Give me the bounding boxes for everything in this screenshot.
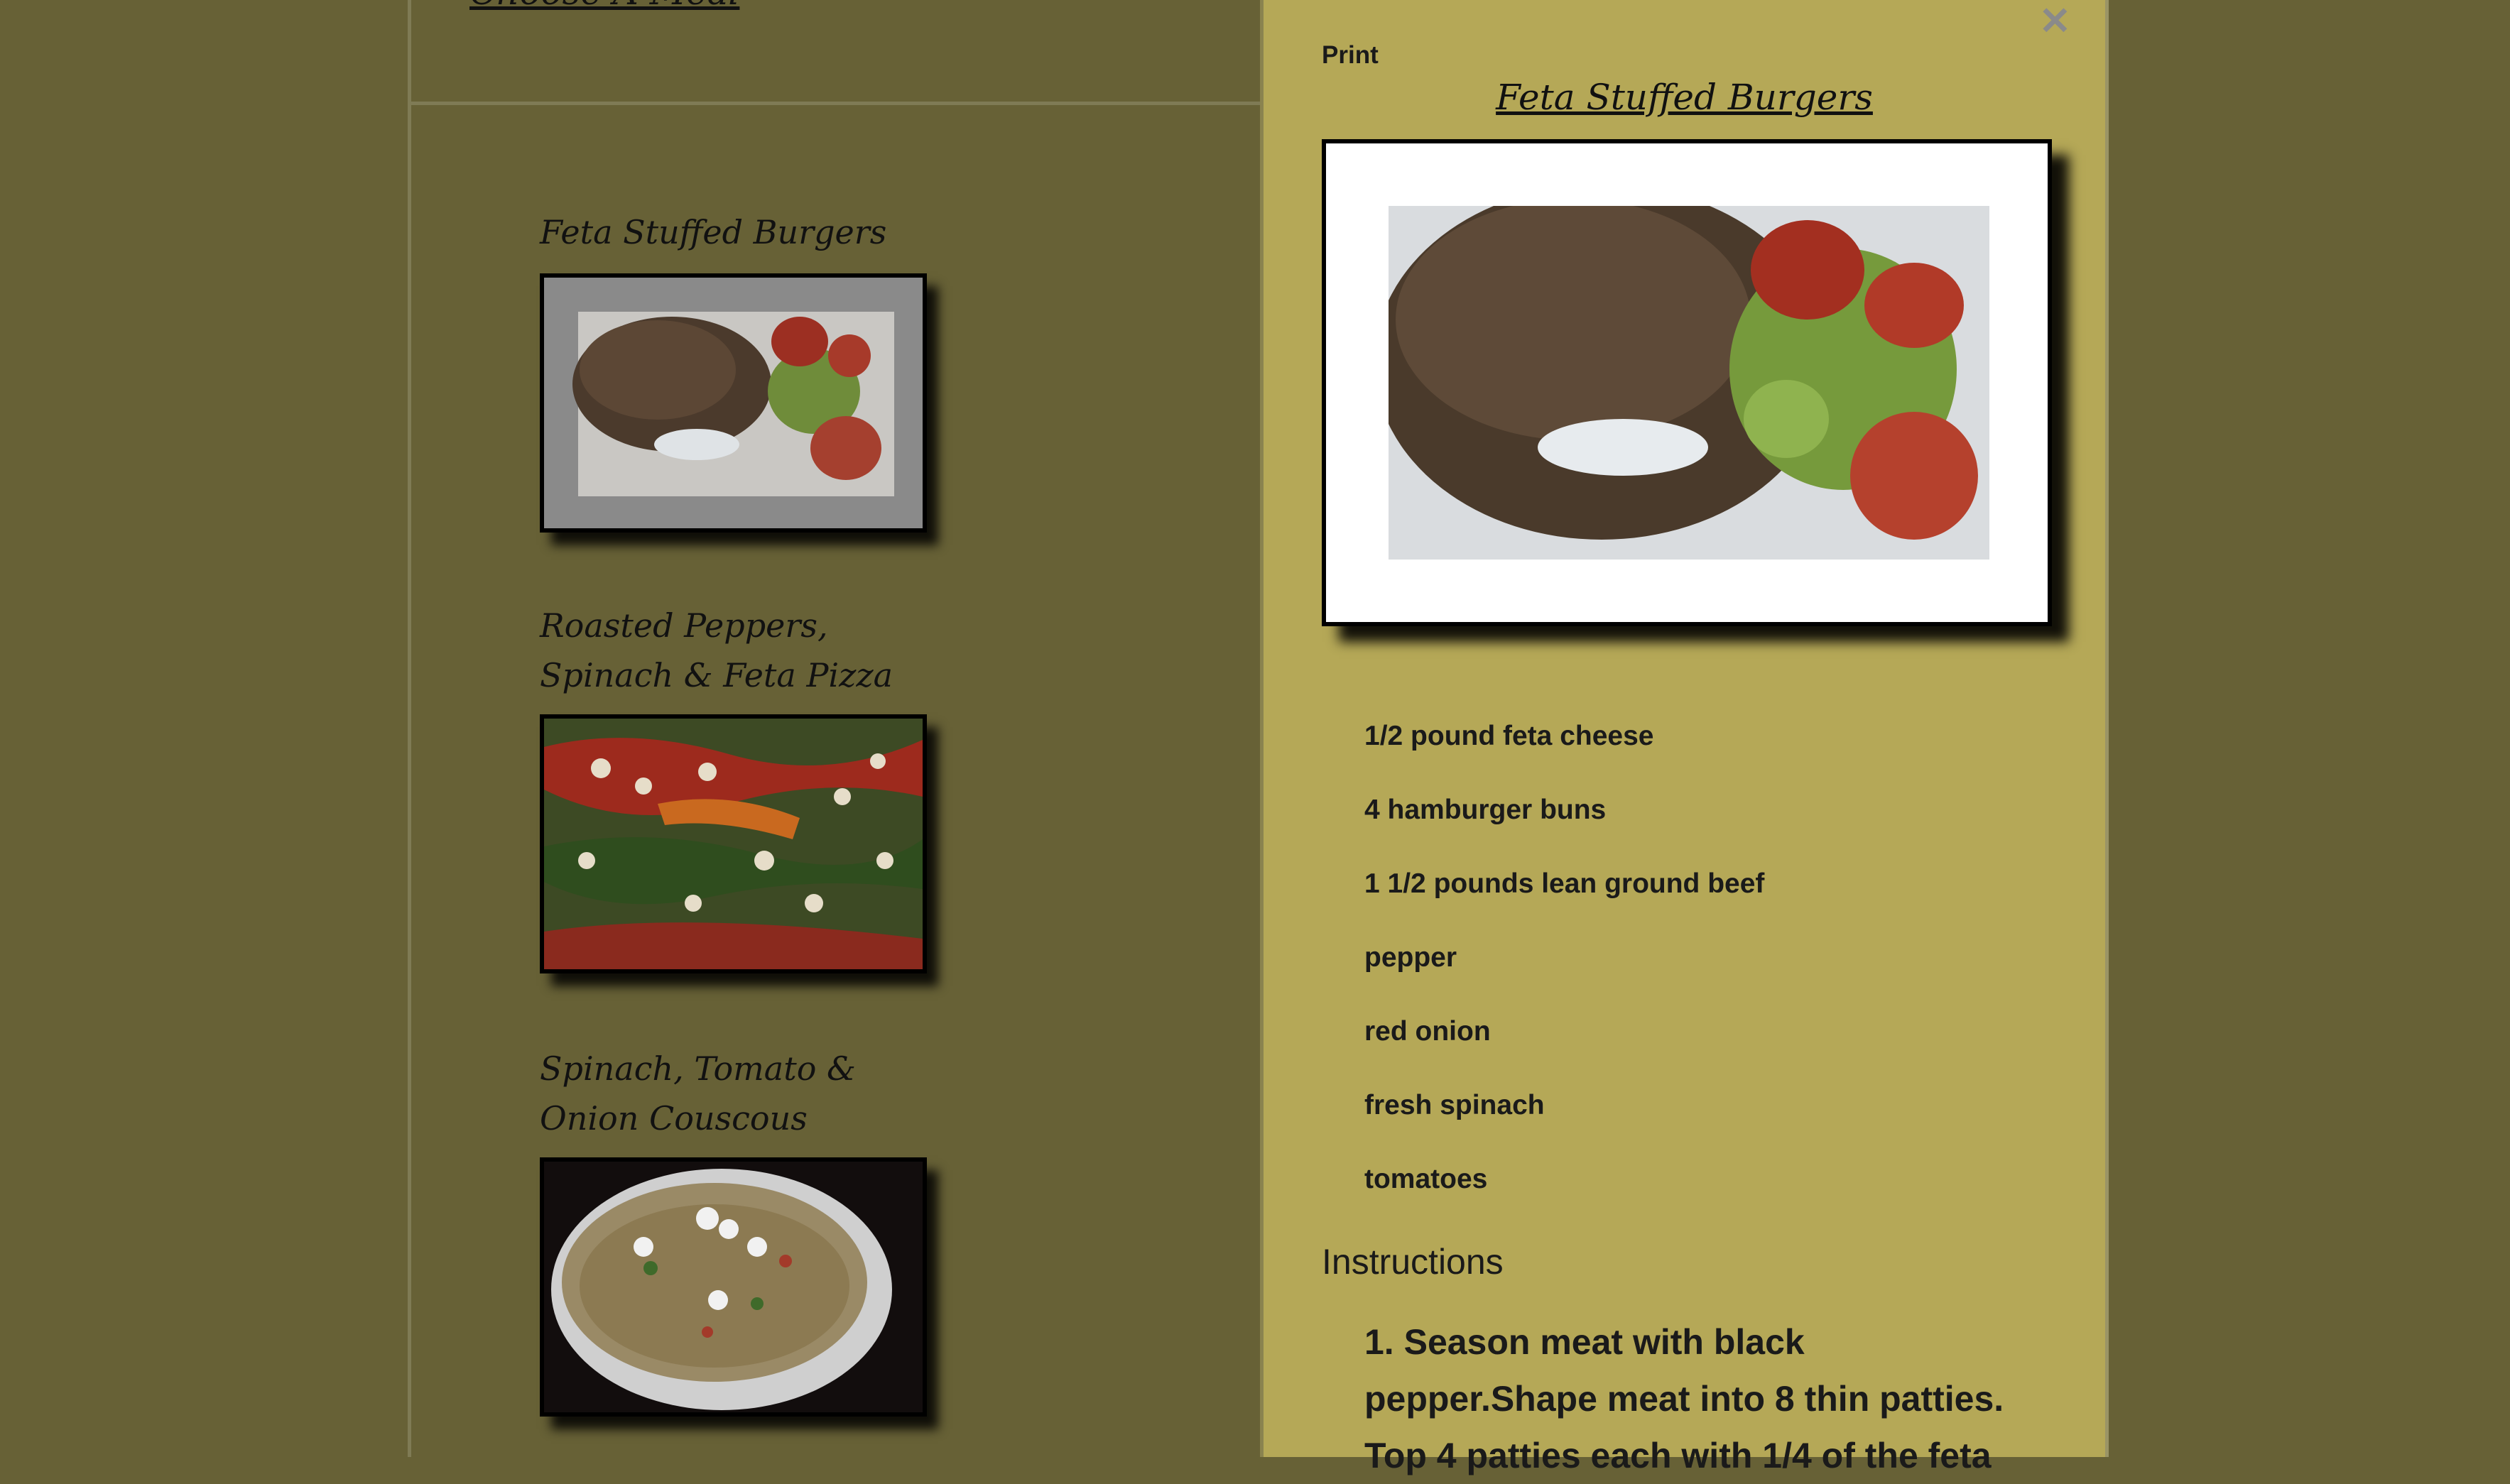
couscous-thumbnail-image [544, 1162, 923, 1412]
burger-photo [1374, 185, 1989, 560]
ingredient-item: tomatoes [1364, 1164, 1488, 1194]
ingredient-item: 1 1/2 pounds lean ground beef [1364, 868, 1765, 899]
recipe-thumbnail-feta-burgers[interactable] [540, 273, 927, 533]
recipe-title-line-1[interactable]: Roasted Peppers, [540, 601, 938, 650]
recipe-card-couscous[interactable]: Spinach, Tomato & Onion Couscous [540, 1044, 938, 1417]
recipe-card-feta-burgers[interactable]: Feta Stuffed Burgers [540, 207, 938, 533]
close-icon[interactable]: ✕ [2039, 0, 2071, 43]
ingredient-item: pepper [1364, 942, 1457, 973]
recipe-card-pepper-pizza[interactable]: Roasted Peppers, Spinach & Feta Pizza [540, 601, 938, 973]
recipe-list-panel: Choose A Meal Feta Stuffed Burgers Roast… [408, 0, 1260, 1457]
print-link[interactable]: Print [1322, 41, 1379, 70]
recipe-list-header: Choose A Meal [411, 0, 1260, 105]
ingredients-list: 1/2 pound feta cheese 4 hamburger buns 1… [1364, 699, 1764, 1216]
recipe-thumbnail-couscous[interactable] [540, 1157, 927, 1417]
recipe-title[interactable]: Feta Stuffed Burgers [540, 207, 938, 257]
recipe-title-line-2[interactable]: Onion Couscous [540, 1093, 938, 1143]
recipe-list-title[interactable]: Choose A Meal [469, 0, 739, 13]
recipe-title-line-1[interactable]: Spinach, Tomato & [540, 1044, 938, 1093]
instructions-heading: Instructions [1322, 1242, 1504, 1282]
ingredient-item: 4 hamburger buns [1364, 795, 1607, 825]
recipe-title-line-2[interactable]: Spinach & Feta Pizza [540, 650, 938, 700]
burger-thumbnail-image [544, 278, 923, 528]
recipe-thumbnail-pepper-pizza[interactable] [540, 714, 927, 973]
instructions-text: 1. Season meat with black pepper.Shape m… [1364, 1322, 2004, 1475]
recipe-detail-title: Feta Stuffed Burgers [1496, 77, 1873, 118]
ingredient-item: red onion [1364, 1016, 1491, 1047]
ingredient-item: fresh spinach [1364, 1090, 1545, 1120]
recipe-detail-photo [1322, 139, 2052, 626]
pizza-thumbnail-image [544, 719, 923, 969]
recipe-detail-panel: ✕ Print Feta Stuffed Burgers 1/2 pound f… [1260, 0, 2109, 1475]
ingredient-item: 1/2 pound feta cheese [1364, 721, 1654, 751]
